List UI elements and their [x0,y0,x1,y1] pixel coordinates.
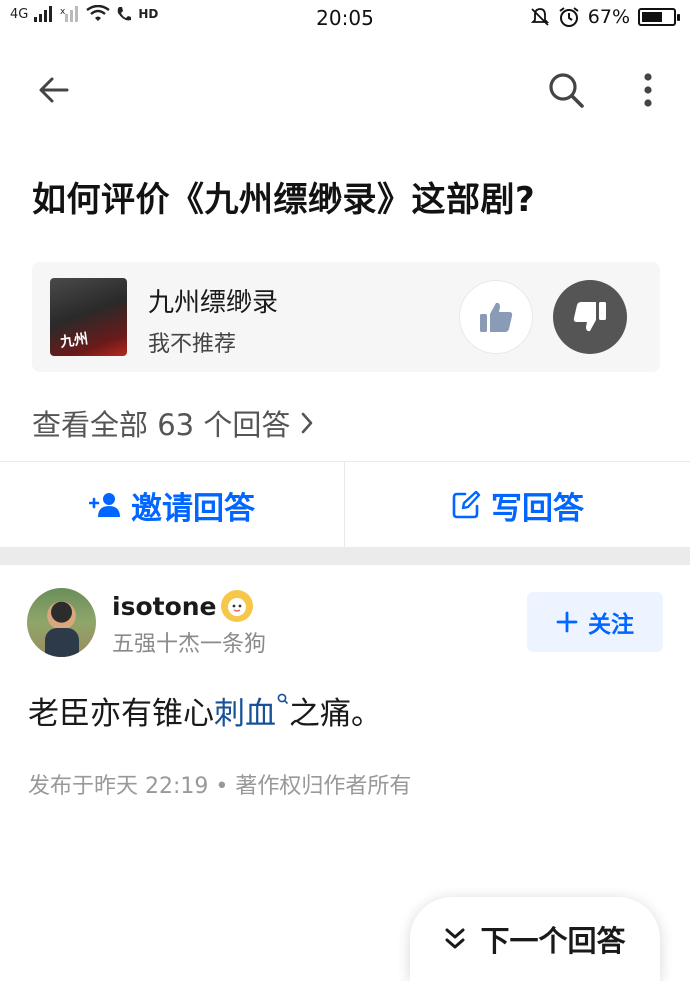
drama-rating-status: 我不推荐 [148,332,237,357]
answer-content[interactable]: 老臣亦有锥心刺血 之痛。 [28,688,382,733]
status-bar: 4G x HD 20:05 67% [0,0,690,40]
invite-answer-label: 邀请回答 [131,490,255,527]
status-bar-right: 67% [530,6,680,28]
thumbs-up-icon [480,302,513,332]
more-vertical-icon [644,73,652,107]
user-badge-icon [220,590,253,622]
write-answer-button[interactable]: 写回答 [345,462,690,548]
drama-poster[interactable]: 九州 [50,278,127,356]
alarm-icon [559,7,579,27]
next-answer-label: 下一个回答 [480,924,626,958]
avatar-figure [45,628,79,657]
arrow-left-icon [39,77,69,103]
follow-label: 关注 [588,612,634,638]
next-answer-button[interactable]: 下一个回答 [410,897,660,981]
bell-mute-icon [530,8,549,26]
invite-answer-button[interactable]: 邀请回答 [0,462,345,548]
poster-text: 九州 [59,331,90,351]
badge-face-icon [227,598,246,616]
battery-percent: 67% [587,6,630,28]
recommend-button[interactable] [459,280,533,354]
chevron-right-icon [302,412,313,434]
not-recommend-button[interactable] [553,280,627,354]
search-mini-icon [277,693,288,704]
plus-icon [556,611,578,633]
author-name[interactable]: isotone [112,590,253,622]
view-all-label: 查看全部 63 个回答 [32,408,291,442]
more-button[interactable] [624,66,672,114]
thumbs-down-icon [573,302,606,332]
avatar[interactable] [27,588,96,657]
edit-icon [452,490,481,519]
answer-keyword-link[interactable]: 刺血 [214,693,289,732]
author-bio: 五强十杰一条狗 [112,632,267,657]
section-divider [0,547,690,565]
author-name-text: isotone [112,591,217,621]
answer-actions: 邀请回答 写回答 [0,461,690,548]
answer-meta: 发布于昨天 22:19 • 著作权归作者所有 [28,774,412,799]
drama-card[interactable]: 九州 九州缥缈录 我不推荐 [32,262,660,372]
double-chevron-down-icon [445,928,465,949]
top-nav [0,60,690,120]
answer-text-after: 之痛。 [289,696,382,732]
battery-level [642,12,662,22]
search-icon [549,73,584,108]
question-title[interactable]: 如何评价《九州缥缈录》这部剧? [32,172,535,221]
view-all-answers-link[interactable]: 查看全部 63 个回答 [32,402,314,444]
answer-text-before: 老臣亦有锥心 [28,696,214,732]
drama-name[interactable]: 九州缥缈录 [148,282,278,319]
answer-link-text: 刺血 [214,696,276,732]
follow-button[interactable]: 关注 [527,592,663,652]
search-button[interactable] [542,66,590,114]
back-button[interactable] [30,66,78,114]
battery-icon [638,8,680,26]
add-user-icon [89,493,120,517]
write-answer-label: 写回答 [491,490,584,527]
